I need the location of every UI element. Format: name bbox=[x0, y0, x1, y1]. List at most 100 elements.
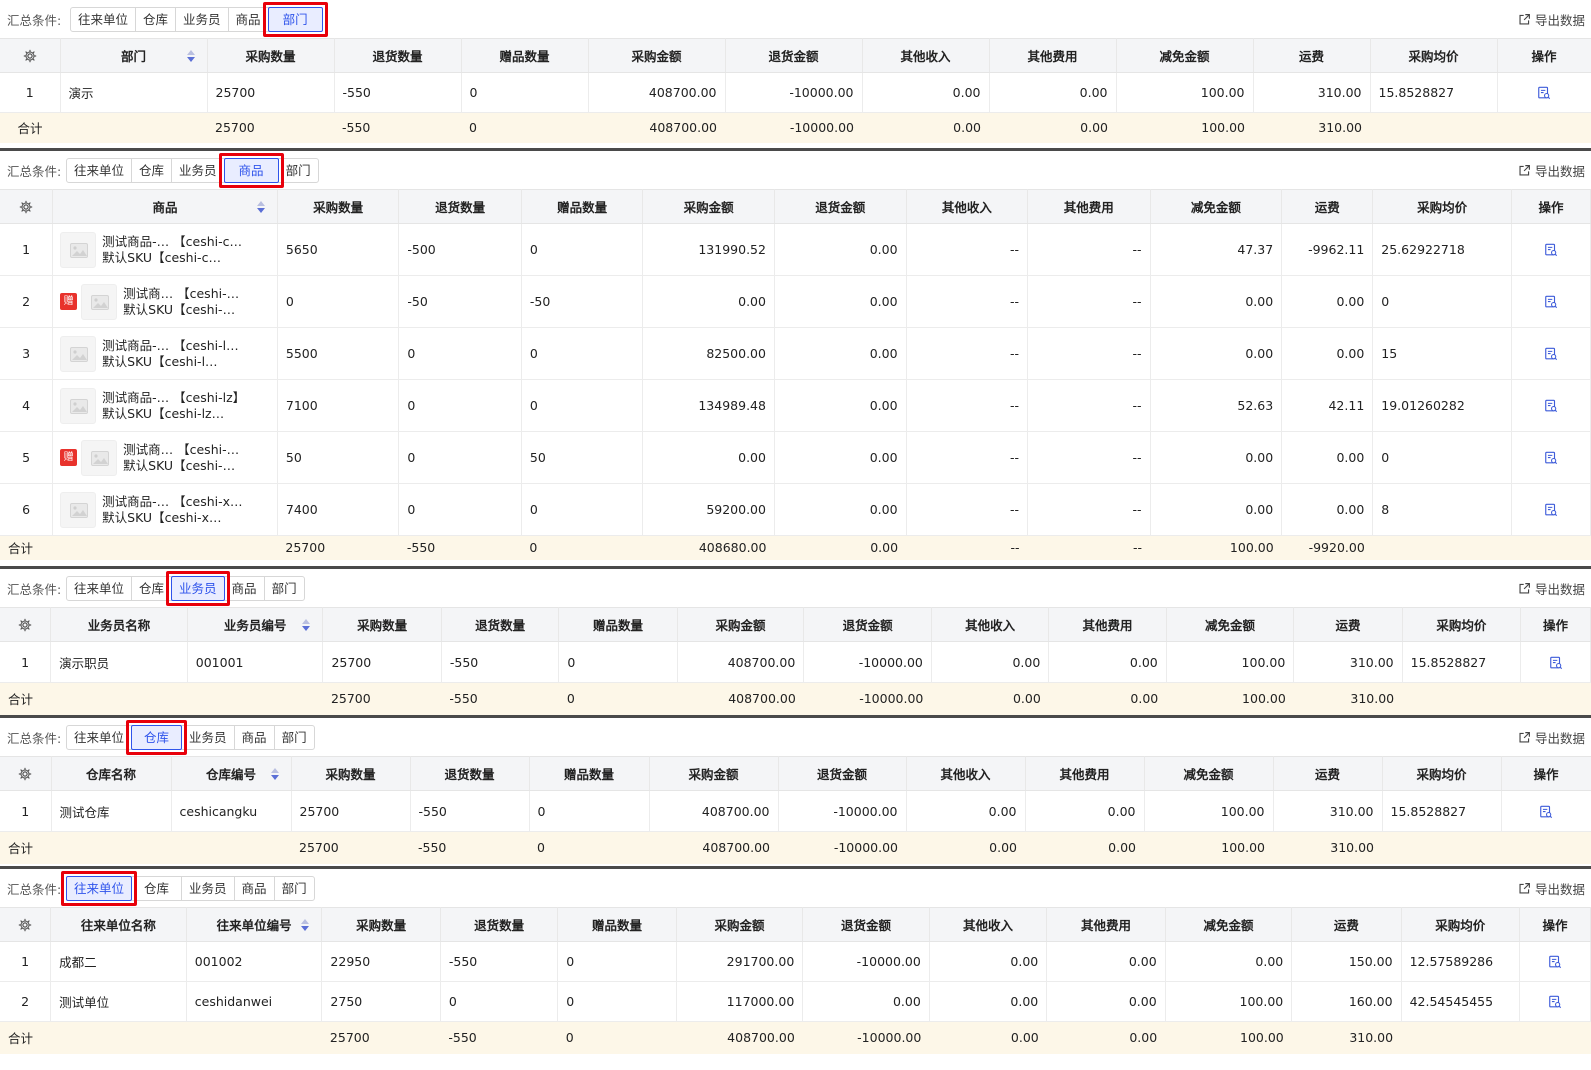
column-header[interactable]: 采购金额 bbox=[642, 189, 775, 224]
table-row[interactable]: 1 演示职员 001001 25700 -550 0 408700.00 -10… bbox=[0, 641, 1591, 683]
column-header[interactable]: 运费 bbox=[1273, 756, 1383, 791]
tab-department[interactable]: 部门 bbox=[275, 877, 314, 900]
export-button[interactable]: 导出数据 bbox=[1518, 10, 1585, 29]
column-header[interactable]: 采购数量 bbox=[322, 607, 442, 642]
column-header[interactable]: 往来单位名称 bbox=[50, 907, 187, 942]
row-action[interactable] bbox=[1519, 981, 1591, 1022]
column-header[interactable]: 退货数量 bbox=[440, 907, 559, 942]
detail-icon[interactable] bbox=[1549, 656, 1563, 670]
column-header[interactable]: 其他费用 bbox=[1025, 756, 1145, 791]
table-row[interactable]: 6 测试商品-… 【ceshi-x… 默认SKU【ceshi-x… 7400 0 0 592… bbox=[0, 483, 1591, 536]
column-header[interactable]: 商品 bbox=[52, 189, 278, 224]
tab-staff[interactable]: 业务员 bbox=[172, 159, 225, 182]
column-header[interactable]: 减免金额 bbox=[1150, 189, 1283, 224]
row-action[interactable] bbox=[1501, 790, 1591, 832]
column-header[interactable]: 采购数量 bbox=[207, 38, 335, 73]
column-header[interactable]: 采购金额 bbox=[677, 607, 805, 642]
column-header[interactable]: 赠品数量 bbox=[557, 907, 677, 942]
table-row[interactable]: 5 赠测试商… 【ceshi-… 默认SKU【ceshi-… 50 0 50 0.00 0.0… bbox=[0, 431, 1591, 484]
tab-department[interactable]: 部门 bbox=[265, 577, 304, 600]
column-header[interactable]: 其他费用 bbox=[1027, 189, 1151, 224]
tab-goods[interactable]: 商品 bbox=[225, 577, 265, 600]
column-header[interactable]: 退货金额 bbox=[725, 38, 863, 73]
detail-icon[interactable] bbox=[1548, 955, 1562, 969]
table-row[interactable]: 1 成都二 001002 22950 -550 0 291700.00 -100… bbox=[0, 941, 1591, 982]
table-row[interactable]: 3 测试商品-… 【ceshi-l… 默认SKU【ceshi-l… 5500 0 0 825… bbox=[0, 327, 1591, 380]
detail-icon[interactable] bbox=[1544, 399, 1558, 413]
column-header[interactable]: 采购数量 bbox=[321, 907, 441, 942]
column-header[interactable]: 采购数量 bbox=[277, 189, 400, 224]
sort-icon[interactable] bbox=[301, 919, 310, 931]
row-action[interactable] bbox=[1511, 327, 1591, 380]
column-header[interactable]: 退货金额 bbox=[778, 756, 907, 791]
column-header[interactable]: 采购金额 bbox=[676, 907, 804, 942]
row-action[interactable] bbox=[1520, 641, 1591, 683]
column-header[interactable]: 其他收入 bbox=[931, 607, 1050, 642]
row-action[interactable] bbox=[1511, 379, 1591, 432]
column-header[interactable]: 退货数量 bbox=[398, 189, 522, 224]
column-header[interactable]: 运费 bbox=[1253, 38, 1371, 73]
detail-icon[interactable] bbox=[1544, 347, 1558, 361]
tab-warehouse[interactable]: 仓库 bbox=[126, 720, 188, 755]
sort-icon[interactable] bbox=[270, 768, 279, 780]
tab-partner[interactable]: 往来单位 bbox=[67, 159, 133, 182]
detail-icon[interactable] bbox=[1548, 995, 1562, 1009]
column-header[interactable]: 业务员名称 bbox=[50, 607, 188, 642]
column-settings[interactable] bbox=[0, 38, 61, 73]
column-header[interactable]: 退货数量 bbox=[410, 756, 530, 791]
tab-warehouse[interactable]: 仓库 bbox=[132, 159, 173, 182]
tab-department[interactable]: 部门 bbox=[275, 726, 314, 749]
tab-department[interactable]: 部门 bbox=[279, 159, 318, 182]
row-action[interactable] bbox=[1511, 275, 1591, 328]
table-row[interactable]: 2 测试单位 ceshidanwei 2750 0 0 117000.00 0.… bbox=[0, 981, 1591, 1022]
tab-partner[interactable]: 往来单位 bbox=[71, 8, 137, 31]
column-header[interactable]: 其他费用 bbox=[1046, 907, 1166, 942]
column-header[interactable]: 采购均价 bbox=[1382, 756, 1502, 791]
column-header[interactable]: 赠品数量 bbox=[558, 607, 678, 642]
column-header[interactable]: 往来单位编号 bbox=[186, 907, 323, 942]
column-header[interactable]: 其他收入 bbox=[862, 38, 990, 73]
table-row[interactable]: 1 测试商品-… 【ceshi-c… 默认SKU【ceshi-c… 5650 -500 0… bbox=[0, 223, 1591, 276]
detail-icon[interactable] bbox=[1539, 805, 1553, 819]
column-header[interactable]: 业务员编号 bbox=[187, 607, 324, 642]
sort-icon[interactable] bbox=[186, 50, 195, 62]
detail-icon[interactable] bbox=[1544, 503, 1558, 517]
column-header[interactable]: 采购金额 bbox=[649, 756, 779, 791]
column-header[interactable]: 采购数量 bbox=[291, 756, 411, 791]
column-settings[interactable] bbox=[0, 189, 54, 224]
column-header[interactable]: 采购金额 bbox=[588, 38, 726, 73]
export-button[interactable]: 导出数据 bbox=[1518, 879, 1585, 898]
tab-goods[interactable]: 商品 bbox=[218, 153, 284, 188]
column-header[interactable]: 赠品数量 bbox=[521, 189, 644, 224]
table-row[interactable]: 1 演示 25700 -550 0 408700.00 -10000.00 0.… bbox=[0, 72, 1591, 113]
detail-icon[interactable] bbox=[1544, 243, 1558, 257]
column-header[interactable]: 部门 bbox=[60, 38, 208, 73]
tab-department[interactable]: 部门 bbox=[262, 2, 328, 37]
column-header[interactable]: 运费 bbox=[1281, 189, 1374, 224]
column-header[interactable]: 其他收入 bbox=[906, 189, 1029, 224]
tab-staff[interactable]: 业务员 bbox=[182, 877, 235, 900]
column-header[interactable]: 退货金额 bbox=[802, 907, 930, 942]
column-header[interactable]: 采购均价 bbox=[1370, 38, 1498, 73]
table-row[interactable]: 2 赠测试商… 【ceshi-… 默认SKU【ceshi-… 0 -50 -50 0.00 0… bbox=[0, 275, 1591, 328]
table-row[interactable]: 1 测试仓库 ceshicangku 25700 -550 0 408700.0… bbox=[0, 790, 1591, 832]
sort-icon[interactable] bbox=[302, 619, 311, 631]
detail-icon[interactable] bbox=[1537, 86, 1551, 100]
row-action[interactable] bbox=[1519, 941, 1591, 982]
column-header[interactable]: 赠品数量 bbox=[461, 38, 589, 73]
tab-partner[interactable]: 往来单位 bbox=[67, 726, 133, 749]
column-header[interactable]: 退货数量 bbox=[334, 38, 462, 73]
export-button[interactable]: 导出数据 bbox=[1518, 161, 1585, 180]
tab-staff[interactable]: 业务员 bbox=[176, 8, 229, 31]
column-header[interactable]: 采购均价 bbox=[1372, 189, 1512, 224]
column-settings[interactable] bbox=[0, 756, 52, 791]
row-action[interactable] bbox=[1497, 72, 1591, 113]
column-header[interactable]: 其他费用 bbox=[1048, 607, 1167, 642]
tab-goods[interactable]: 商品 bbox=[235, 877, 275, 900]
tab-staff[interactable]: 业务员 bbox=[166, 571, 230, 606]
column-header[interactable]: 运费 bbox=[1291, 907, 1402, 942]
column-header[interactable]: 减免金额 bbox=[1166, 607, 1295, 642]
column-header[interactable]: 退货金额 bbox=[803, 607, 932, 642]
tab-partner[interactable]: 往来单位 bbox=[67, 577, 133, 600]
row-action[interactable] bbox=[1511, 223, 1591, 276]
